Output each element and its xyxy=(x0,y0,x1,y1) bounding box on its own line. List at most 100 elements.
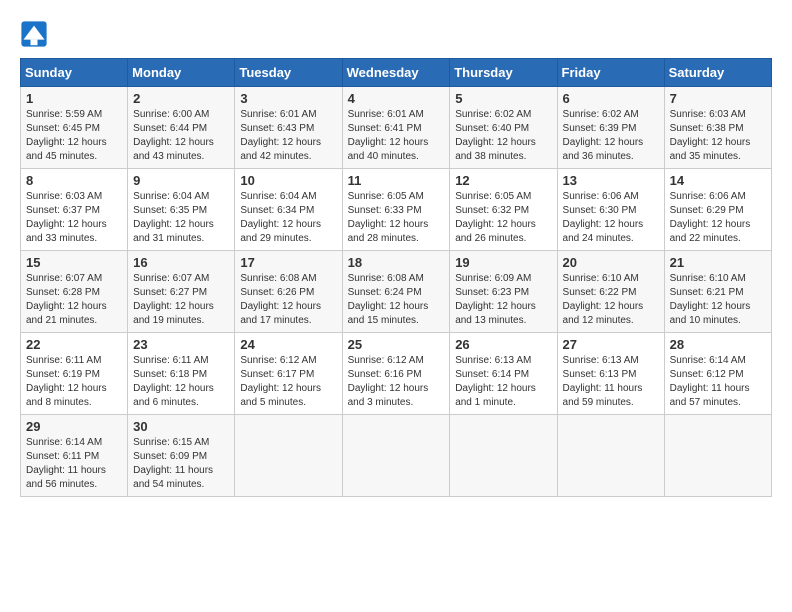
calendar-cell: 13 Sunrise: 6:06 AMSunset: 6:30 PMDaylig… xyxy=(557,169,664,251)
cell-content: Sunrise: 6:05 AMSunset: 6:32 PMDaylight:… xyxy=(455,190,551,246)
day-number: 25 xyxy=(348,337,445,352)
calendar-cell: 4 Sunrise: 6:01 AMSunset: 6:41 PMDayligh… xyxy=(342,87,450,169)
day-number: 28 xyxy=(670,337,766,352)
day-number: 3 xyxy=(240,91,336,106)
day-number: 8 xyxy=(26,173,122,188)
calendar-cell: 3 Sunrise: 6:01 AMSunset: 6:43 PMDayligh… xyxy=(235,87,342,169)
day-number: 1 xyxy=(26,91,122,106)
calendar-cell: 24 Sunrise: 6:12 AMSunset: 6:17 PMDaylig… xyxy=(235,333,342,415)
day-number: 18 xyxy=(348,255,445,270)
day-number: 16 xyxy=(133,255,229,270)
day-number: 5 xyxy=(455,91,551,106)
weekday-header-thursday: Thursday xyxy=(450,59,557,87)
calendar-cell: 6 Sunrise: 6:02 AMSunset: 6:39 PMDayligh… xyxy=(557,87,664,169)
cell-content: Sunrise: 6:14 AMSunset: 6:12 PMDaylight:… xyxy=(670,354,766,410)
calendar-cell: 16 Sunrise: 6:07 AMSunset: 6:27 PMDaylig… xyxy=(128,251,235,333)
page-header xyxy=(20,20,772,48)
day-number: 14 xyxy=(670,173,766,188)
day-number: 30 xyxy=(133,419,229,434)
day-number: 12 xyxy=(455,173,551,188)
calendar-cell: 2 Sunrise: 6:00 AMSunset: 6:44 PMDayligh… xyxy=(128,87,235,169)
cell-content: Sunrise: 6:08 AMSunset: 6:24 PMDaylight:… xyxy=(348,272,445,328)
day-number: 19 xyxy=(455,255,551,270)
cell-content: Sunrise: 6:11 AMSunset: 6:18 PMDaylight:… xyxy=(133,354,229,410)
cell-content: Sunrise: 6:02 AMSunset: 6:40 PMDaylight:… xyxy=(455,108,551,164)
day-number: 26 xyxy=(455,337,551,352)
day-number: 15 xyxy=(26,255,122,270)
cell-content: Sunrise: 6:03 AMSunset: 6:38 PMDaylight:… xyxy=(670,108,766,164)
calendar-cell: 15 Sunrise: 6:07 AMSunset: 6:28 PMDaylig… xyxy=(21,251,128,333)
calendar-cell: 26 Sunrise: 6:13 AMSunset: 6:14 PMDaylig… xyxy=(450,333,557,415)
cell-content: Sunrise: 6:01 AMSunset: 6:43 PMDaylight:… xyxy=(240,108,336,164)
calendar-cell: 25 Sunrise: 6:12 AMSunset: 6:16 PMDaylig… xyxy=(342,333,450,415)
calendar-cell: 27 Sunrise: 6:13 AMSunset: 6:13 PMDaylig… xyxy=(557,333,664,415)
cell-content: Sunrise: 6:11 AMSunset: 6:19 PMDaylight:… xyxy=(26,354,122,410)
calendar-cell: 29 Sunrise: 6:14 AMSunset: 6:11 PMDaylig… xyxy=(21,415,128,497)
day-number: 17 xyxy=(240,255,336,270)
calendar-cell: 7 Sunrise: 6:03 AMSunset: 6:38 PMDayligh… xyxy=(664,87,771,169)
calendar-cell: 28 Sunrise: 6:14 AMSunset: 6:12 PMDaylig… xyxy=(664,333,771,415)
calendar-cell: 23 Sunrise: 6:11 AMSunset: 6:18 PMDaylig… xyxy=(128,333,235,415)
calendar-cell: 21 Sunrise: 6:10 AMSunset: 6:21 PMDaylig… xyxy=(664,251,771,333)
cell-content: Sunrise: 6:10 AMSunset: 6:22 PMDaylight:… xyxy=(563,272,659,328)
cell-content: Sunrise: 6:07 AMSunset: 6:28 PMDaylight:… xyxy=(26,272,122,328)
cell-content: Sunrise: 6:13 AMSunset: 6:14 PMDaylight:… xyxy=(455,354,551,410)
calendar-week-4: 22 Sunrise: 6:11 AMSunset: 6:19 PMDaylig… xyxy=(21,333,772,415)
cell-content: Sunrise: 6:12 AMSunset: 6:16 PMDaylight:… xyxy=(348,354,445,410)
day-number: 11 xyxy=(348,173,445,188)
calendar-cell xyxy=(450,415,557,497)
cell-content: Sunrise: 6:00 AMSunset: 6:44 PMDaylight:… xyxy=(133,108,229,164)
weekday-header-friday: Friday xyxy=(557,59,664,87)
calendar-week-2: 8 Sunrise: 6:03 AMSunset: 6:37 PMDayligh… xyxy=(21,169,772,251)
cell-content: Sunrise: 6:13 AMSunset: 6:13 PMDaylight:… xyxy=(563,354,659,410)
cell-content: Sunrise: 6:03 AMSunset: 6:37 PMDaylight:… xyxy=(26,190,122,246)
calendar-week-3: 15 Sunrise: 6:07 AMSunset: 6:28 PMDaylig… xyxy=(21,251,772,333)
day-number: 13 xyxy=(563,173,659,188)
weekday-header-wednesday: Wednesday xyxy=(342,59,450,87)
day-number: 2 xyxy=(133,91,229,106)
calendar-table: SundayMondayTuesdayWednesdayThursdayFrid… xyxy=(20,58,772,497)
calendar-cell: 19 Sunrise: 6:09 AMSunset: 6:23 PMDaylig… xyxy=(450,251,557,333)
cell-content: Sunrise: 6:06 AMSunset: 6:30 PMDaylight:… xyxy=(563,190,659,246)
calendar-cell: 11 Sunrise: 6:05 AMSunset: 6:33 PMDaylig… xyxy=(342,169,450,251)
cell-content: Sunrise: 5:59 AMSunset: 6:45 PMDaylight:… xyxy=(26,108,122,164)
day-number: 6 xyxy=(563,91,659,106)
calendar-cell: 17 Sunrise: 6:08 AMSunset: 6:26 PMDaylig… xyxy=(235,251,342,333)
calendar-cell xyxy=(664,415,771,497)
cell-content: Sunrise: 6:10 AMSunset: 6:21 PMDaylight:… xyxy=(670,272,766,328)
logo xyxy=(20,20,52,48)
calendar-cell: 22 Sunrise: 6:11 AMSunset: 6:19 PMDaylig… xyxy=(21,333,128,415)
logo-icon xyxy=(20,20,48,48)
cell-content: Sunrise: 6:02 AMSunset: 6:39 PMDaylight:… xyxy=(563,108,659,164)
cell-content: Sunrise: 6:15 AMSunset: 6:09 PMDaylight:… xyxy=(133,436,229,492)
calendar-cell xyxy=(557,415,664,497)
day-number: 10 xyxy=(240,173,336,188)
day-number: 23 xyxy=(133,337,229,352)
weekday-header-tuesday: Tuesday xyxy=(235,59,342,87)
calendar-week-5: 29 Sunrise: 6:14 AMSunset: 6:11 PMDaylig… xyxy=(21,415,772,497)
calendar-cell: 5 Sunrise: 6:02 AMSunset: 6:40 PMDayligh… xyxy=(450,87,557,169)
cell-content: Sunrise: 6:07 AMSunset: 6:27 PMDaylight:… xyxy=(133,272,229,328)
calendar-cell: 18 Sunrise: 6:08 AMSunset: 6:24 PMDaylig… xyxy=(342,251,450,333)
cell-content: Sunrise: 6:01 AMSunset: 6:41 PMDaylight:… xyxy=(348,108,445,164)
cell-content: Sunrise: 6:08 AMSunset: 6:26 PMDaylight:… xyxy=(240,272,336,328)
cell-content: Sunrise: 6:04 AMSunset: 6:34 PMDaylight:… xyxy=(240,190,336,246)
cell-content: Sunrise: 6:05 AMSunset: 6:33 PMDaylight:… xyxy=(348,190,445,246)
calendar-cell: 10 Sunrise: 6:04 AMSunset: 6:34 PMDaylig… xyxy=(235,169,342,251)
day-number: 22 xyxy=(26,337,122,352)
calendar-cell xyxy=(342,415,450,497)
calendar-cell: 30 Sunrise: 6:15 AMSunset: 6:09 PMDaylig… xyxy=(128,415,235,497)
day-number: 29 xyxy=(26,419,122,434)
calendar-header-row: SundayMondayTuesdayWednesdayThursdayFrid… xyxy=(21,59,772,87)
calendar-cell: 20 Sunrise: 6:10 AMSunset: 6:22 PMDaylig… xyxy=(557,251,664,333)
calendar-cell: 12 Sunrise: 6:05 AMSunset: 6:32 PMDaylig… xyxy=(450,169,557,251)
weekday-header-saturday: Saturday xyxy=(664,59,771,87)
day-number: 21 xyxy=(670,255,766,270)
cell-content: Sunrise: 6:04 AMSunset: 6:35 PMDaylight:… xyxy=(133,190,229,246)
day-number: 24 xyxy=(240,337,336,352)
cell-content: Sunrise: 6:12 AMSunset: 6:17 PMDaylight:… xyxy=(240,354,336,410)
weekday-header-sunday: Sunday xyxy=(21,59,128,87)
day-number: 4 xyxy=(348,91,445,106)
weekday-header-monday: Monday xyxy=(128,59,235,87)
calendar-cell: 14 Sunrise: 6:06 AMSunset: 6:29 PMDaylig… xyxy=(664,169,771,251)
